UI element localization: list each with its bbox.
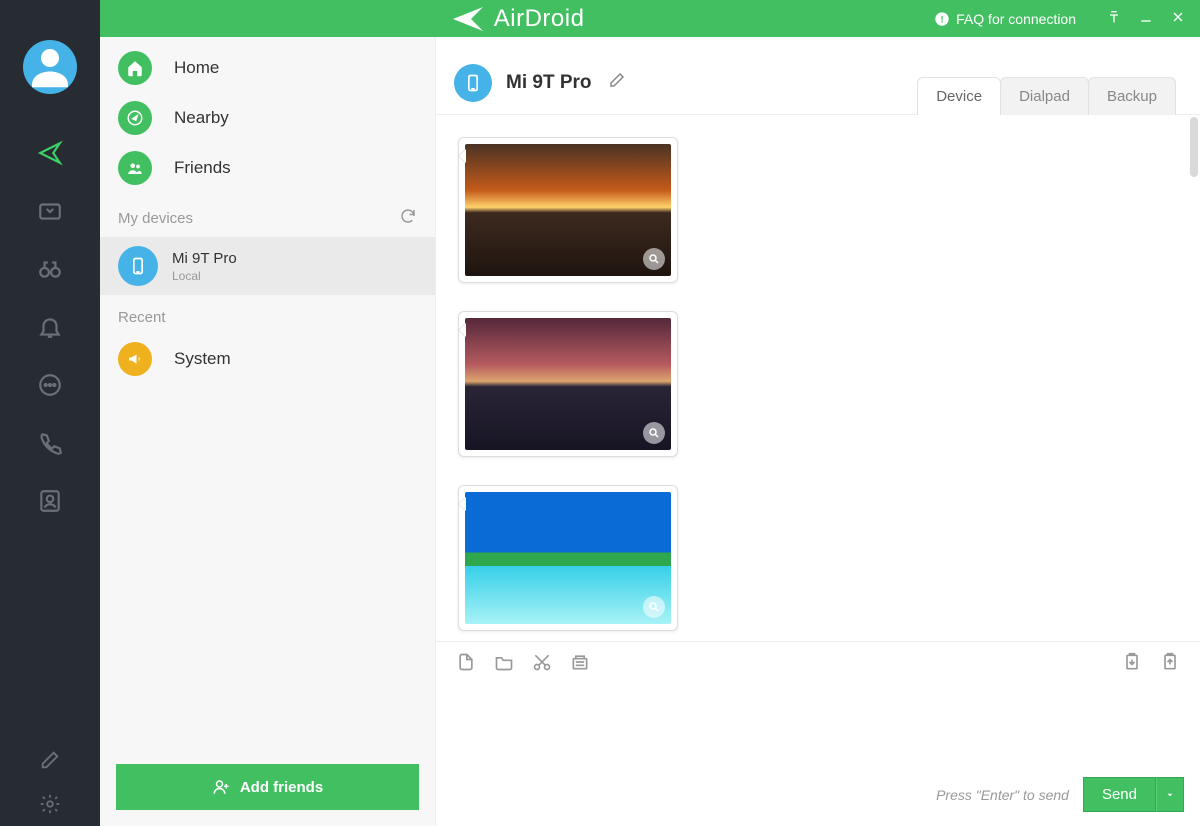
clipboard-out-icon[interactable] bbox=[1160, 652, 1180, 677]
window-minimize-icon[interactable] bbox=[1138, 9, 1154, 28]
app-logo: AirDroid bbox=[100, 1, 934, 37]
add-friends-label: Add friends bbox=[240, 779, 323, 796]
rail-folder-icon[interactable] bbox=[0, 182, 100, 240]
image-bubble[interactable] bbox=[458, 137, 678, 283]
device-item-mi9tpro[interactable]: Mi 9T Pro Local bbox=[100, 237, 435, 295]
send-dropdown[interactable] bbox=[1156, 777, 1184, 812]
nav-system-label: System bbox=[174, 349, 231, 369]
image-thumbnail bbox=[465, 492, 671, 624]
zoom-icon[interactable] bbox=[643, 422, 665, 444]
faq-link[interactable]: ! FAQ for connection bbox=[934, 11, 1076, 27]
content: Mi 9T Pro Device Dialpad Backup bbox=[436, 37, 1200, 826]
phone-icon bbox=[118, 246, 158, 286]
window-pin-icon[interactable] bbox=[1106, 9, 1122, 28]
section-my-devices: My devices bbox=[100, 193, 435, 237]
tab-dialpad[interactable]: Dialpad bbox=[1000, 77, 1089, 115]
tab-backup[interactable]: Backup bbox=[1088, 77, 1176, 115]
rail-contacts-icon[interactable] bbox=[0, 472, 100, 530]
left-rail bbox=[0, 0, 100, 826]
rail-bell-icon[interactable] bbox=[0, 298, 100, 356]
rail-call-icon[interactable] bbox=[0, 414, 100, 472]
compass-icon bbox=[118, 101, 152, 135]
app-name: AirDroid bbox=[494, 5, 585, 33]
send-button[interactable]: Send bbox=[1083, 777, 1156, 812]
cut-icon[interactable] bbox=[532, 652, 552, 677]
compose-toolbar bbox=[436, 641, 1200, 687]
apps-icon[interactable] bbox=[570, 652, 590, 677]
window-close-icon[interactable] bbox=[1170, 9, 1186, 28]
scrollbar[interactable] bbox=[1190, 117, 1198, 177]
section-recent: Recent bbox=[100, 295, 435, 334]
clipboard-in-icon[interactable] bbox=[1122, 652, 1142, 677]
zoom-icon[interactable] bbox=[643, 596, 665, 618]
edit-icon[interactable] bbox=[608, 71, 626, 94]
rail-binoculars-icon[interactable] bbox=[0, 240, 100, 298]
rail-edit-icon[interactable] bbox=[0, 738, 100, 782]
nav-friends-label: Friends bbox=[174, 158, 231, 178]
megaphone-icon bbox=[118, 342, 152, 376]
image-thumbnail bbox=[465, 318, 671, 450]
zoom-icon[interactable] bbox=[643, 248, 665, 270]
nav-nearby-label: Nearby bbox=[174, 108, 229, 128]
nav-home-label: Home bbox=[174, 58, 219, 78]
tab-device[interactable]: Device bbox=[917, 77, 1001, 115]
section-recent-label: Recent bbox=[118, 309, 166, 326]
nav-system[interactable]: System bbox=[100, 334, 435, 384]
phone-icon bbox=[454, 64, 492, 102]
device-sub: Local bbox=[172, 269, 237, 283]
svg-text:!: ! bbox=[941, 14, 944, 24]
avatar[interactable] bbox=[23, 40, 77, 94]
friends-icon bbox=[118, 151, 152, 185]
nav-nearby[interactable]: Nearby bbox=[100, 93, 435, 143]
compose-input[interactable] bbox=[436, 687, 1200, 777]
refresh-icon[interactable] bbox=[399, 207, 417, 229]
messages-panel bbox=[436, 115, 1200, 641]
image-bubble[interactable] bbox=[458, 311, 678, 457]
add-friends-button[interactable]: Add friends bbox=[116, 764, 419, 810]
faq-label: FAQ for connection bbox=[956, 11, 1076, 27]
footer: Press "Enter" to send Send bbox=[436, 777, 1200, 826]
nav-friends[interactable]: Friends bbox=[100, 143, 435, 193]
rail-chat-icon[interactable] bbox=[0, 356, 100, 414]
nav-column: Home Nearby Friends My devices Mi 9T Pro… bbox=[100, 37, 436, 826]
rail-send-icon[interactable] bbox=[0, 124, 100, 182]
device-title: Mi 9T Pro bbox=[506, 72, 592, 94]
image-thumbnail bbox=[465, 144, 671, 276]
nav-home[interactable]: Home bbox=[100, 43, 435, 93]
device-name: Mi 9T Pro bbox=[172, 250, 237, 267]
image-bubble[interactable] bbox=[458, 485, 678, 631]
attach-folder-icon[interactable] bbox=[494, 652, 514, 677]
main: AirDroid ! FAQ for connection Home Nearb… bbox=[100, 0, 1200, 826]
content-header: Mi 9T Pro Device Dialpad Backup bbox=[436, 37, 1200, 115]
section-devices-label: My devices bbox=[118, 210, 193, 227]
attach-file-icon[interactable] bbox=[456, 652, 476, 677]
send-hint: Press "Enter" to send bbox=[936, 787, 1069, 803]
titlebar: AirDroid ! FAQ for connection bbox=[100, 0, 1200, 37]
rail-settings-icon[interactable] bbox=[0, 782, 100, 826]
home-icon bbox=[118, 51, 152, 85]
